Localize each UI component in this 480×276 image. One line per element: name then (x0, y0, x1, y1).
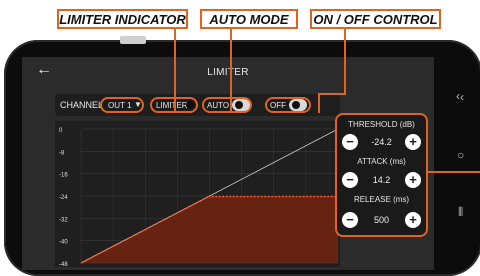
control-bar: CHANNEL OUT 1 ▼ LIMITER AUTO OFF (55, 94, 340, 116)
limited-area-fill (81, 196, 338, 263)
attack-value: 14.2 (372, 175, 391, 185)
y-tick-label: -24 (59, 195, 68, 201)
limiter-curve-chart: 0 -8 -16 -24 -32 -40 -48 (55, 121, 340, 268)
nav-back-icon[interactable]: ‹ (460, 90, 464, 104)
phone-side-button (120, 36, 146, 44)
y-tick-label: -48 (59, 262, 68, 267)
attack-label: ATTACK (ms) (357, 157, 406, 166)
threshold-label: THRESHOLD (dB) (348, 120, 415, 129)
y-tick-label: 0 (59, 128, 63, 134)
threshold-increase-button[interactable]: + (405, 134, 421, 150)
output-select-value: OUT 1 (108, 101, 132, 110)
chevron-down-icon: ▼ (134, 100, 142, 109)
limiter-curve-svg: 0 -8 -16 -24 -32 -40 -48 (59, 128, 339, 268)
limiter-indicator-callout: LIMITER INDICATOR (57, 9, 188, 29)
auto-mode-label: AUTO (207, 101, 230, 110)
release-label: RELEASE (ms) (353, 195, 410, 204)
panel-callout-connector (428, 171, 480, 173)
release-value: 500 (373, 215, 390, 225)
page-title: LIMITER (207, 67, 249, 78)
nav-home-icon[interactable]: ○ (457, 148, 464, 162)
onoff-callout-connector-drop (318, 93, 320, 113)
y-tick-label: -8 (59, 150, 65, 156)
settings-panel: THRESHOLD (dB) − -24.2 + ATTACK (ms) − 1… (335, 113, 428, 237)
on-off-control-callout: ON / OFF CONTROL (310, 9, 441, 29)
threshold-value: -24.2 (371, 137, 392, 147)
limiter-callout-connector (174, 29, 176, 113)
top-bar: ← LIMITER (22, 57, 434, 87)
channel-label: CHANNEL (60, 100, 104, 110)
threshold-decrease-button[interactable]: − (342, 134, 358, 150)
on-off-toggle[interactable]: OFF (265, 97, 311, 113)
y-tick-label: -32 (59, 217, 68, 223)
y-tick-label: -40 (59, 240, 68, 246)
output-select[interactable]: OUT 1 ▼ (100, 97, 144, 113)
auto-mode-callout: AUTO MODE (200, 9, 298, 29)
onoff-callout-connector (344, 29, 346, 95)
release-increase-button[interactable]: + (405, 212, 421, 228)
onoff-callout-connector-h (318, 93, 346, 95)
release-decrease-button[interactable]: − (342, 212, 358, 228)
auto-callout-connector (230, 29, 232, 113)
auto-mode-switch-knob (235, 101, 243, 109)
limiter-indicator-label: LIMITER (156, 101, 188, 110)
nav-recents-icon[interactable]: ⦀ (458, 205, 463, 220)
auto-mode-toggle[interactable]: AUTO (202, 97, 252, 113)
on-off-label: OFF (270, 101, 286, 110)
attack-decrease-button[interactable]: − (342, 172, 358, 188)
on-off-switch-knob (292, 101, 300, 109)
attack-increase-button[interactable]: + (405, 172, 421, 188)
limiter-indicator-light (186, 101, 194, 109)
y-tick-label: -16 (59, 173, 68, 179)
